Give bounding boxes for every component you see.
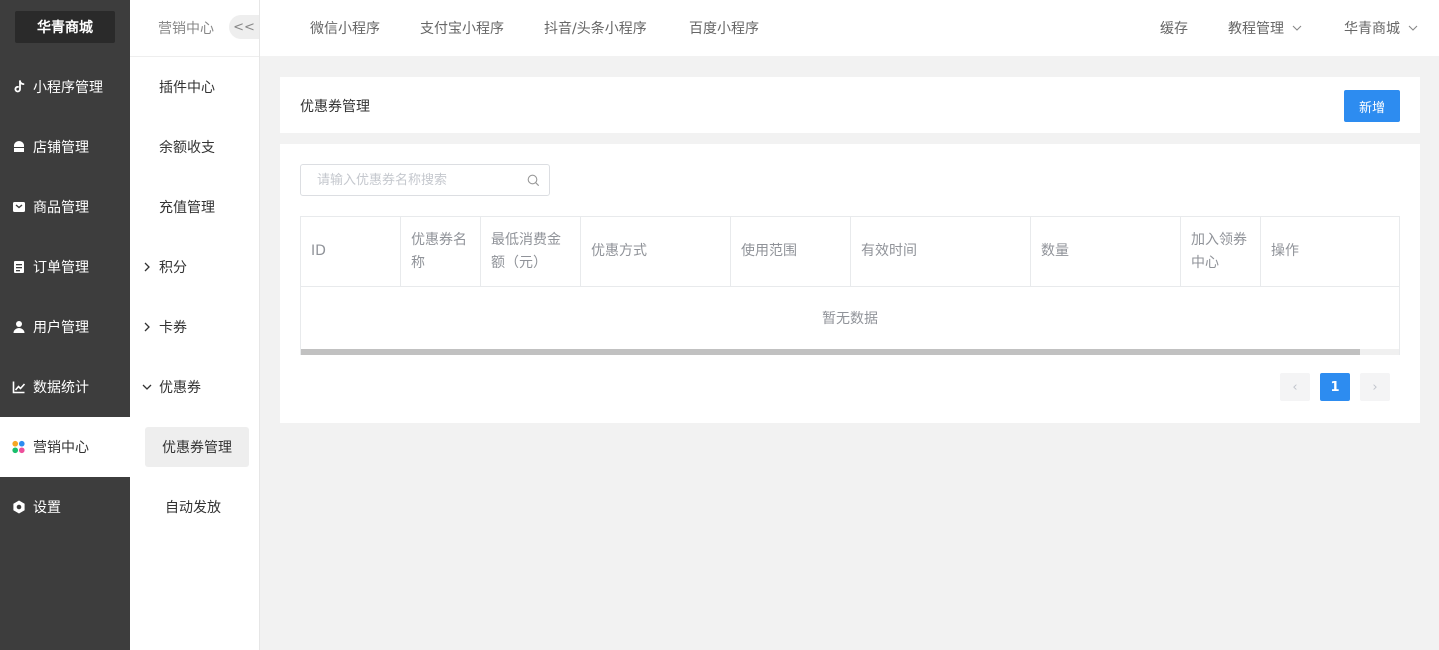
- subnav-item-label: 积分: [159, 260, 187, 276]
- cache-label: 缓存: [1160, 21, 1188, 37]
- column-header-quantity: 数量: [1031, 217, 1181, 287]
- tab-baidu[interactable]: 百度小程序: [689, 18, 759, 38]
- subnav-item-label: 优惠券管理: [162, 440, 232, 456]
- order-icon: [11, 260, 26, 275]
- subnav-item-label: 卡券: [159, 320, 187, 336]
- chart-icon: [11, 380, 26, 395]
- secondary-sidebar: 营销中心 << 插件中心 余额收支 充值管理 积分 卡券 优惠券 优惠券管理 自…: [130, 0, 260, 650]
- chevron-down-icon: [1292, 23, 1302, 33]
- coupon-table: ID 优惠券名称 最低消费金额（元） 优惠方式 使用范围 有效时间 数量 加入领…: [300, 216, 1400, 355]
- scrollbar-thumb[interactable]: [301, 349, 1360, 355]
- subnav-selected-highlight: 优惠券管理: [145, 427, 249, 467]
- sidebar-item-goods[interactable]: 商品管理: [0, 177, 130, 237]
- page-header-card: 优惠券管理 新增: [280, 77, 1420, 133]
- sidebar-item-marketing[interactable]: 营销中心: [0, 417, 130, 477]
- subnav-item-points[interactable]: 积分: [130, 237, 259, 297]
- tutorial-dropdown[interactable]: 教程管理: [1228, 18, 1302, 38]
- column-header-id: ID: [301, 217, 401, 287]
- marketing-icon: [11, 440, 26, 455]
- search-icon[interactable]: [527, 174, 540, 187]
- page-title: 优惠券管理: [300, 99, 370, 115]
- empty-state: 暂无数据: [822, 311, 878, 327]
- tab-douyin[interactable]: 抖音/头条小程序: [544, 18, 647, 38]
- tutorial-label: 教程管理: [1228, 21, 1284, 37]
- sidebar-item-label: 商品管理: [33, 200, 89, 216]
- store-label: 华青商城: [1344, 21, 1400, 37]
- subnav-item-label: 余额收支: [159, 140, 215, 156]
- tab-wechat[interactable]: 微信小程序: [310, 18, 380, 38]
- column-header-name: 优惠券名称: [401, 217, 481, 287]
- sidebar-item-label: 小程序管理: [33, 80, 103, 96]
- sidebar-item-label: 订单管理: [33, 260, 89, 276]
- sidebar-item-statistics[interactable]: 数据统计: [0, 357, 130, 417]
- sidebar-item-miniprogram[interactable]: 小程序管理: [0, 57, 130, 117]
- store-dropdown[interactable]: 华青商城: [1344, 18, 1418, 38]
- subnav-item-balance[interactable]: 余额收支: [130, 117, 259, 177]
- store-icon: [11, 140, 26, 155]
- horizontal-scrollbar[interactable]: [301, 349, 1399, 355]
- column-header-valid-time: 有效时间: [851, 217, 1031, 287]
- sidebar-item-orders[interactable]: 订单管理: [0, 237, 130, 297]
- sidebar-item-label: 设置: [33, 500, 61, 516]
- subnav-item-plugins[interactable]: 插件中心: [130, 57, 259, 117]
- chevron-down-icon: [1408, 23, 1418, 33]
- gear-icon: [11, 500, 26, 515]
- subnav-item-label: 插件中心: [159, 80, 215, 96]
- tab-alipay[interactable]: 支付宝小程序: [420, 18, 504, 38]
- content-card: ID 优惠券名称 最低消费金额（元） 优惠方式 使用范围 有效时间 数量 加入领…: [280, 144, 1420, 423]
- subnav-item-recharge[interactable]: 充值管理: [130, 177, 259, 237]
- subnav-item-cards[interactable]: 卡券: [130, 297, 259, 357]
- next-page-button[interactable]: ›: [1360, 373, 1390, 401]
- sidebar-item-label: 营销中心: [33, 440, 89, 456]
- chevron-right-icon: [142, 262, 152, 272]
- sidebar-item-store[interactable]: 店铺管理: [0, 117, 130, 177]
- top-bar: 微信小程序 支付宝小程序 抖音/头条小程序 百度小程序 缓存 教程管理 华青商城: [260, 0, 1439, 56]
- primary-sidebar: 华青商城 小程序管理 店铺管理 商品管理 订单管理 用户管理 数据统计 营销中心…: [0, 0, 130, 650]
- chevron-down-icon: [142, 382, 152, 392]
- sidebar-item-users[interactable]: 用户管理: [0, 297, 130, 357]
- column-header-actions: 操作: [1261, 217, 1399, 287]
- subnav-item-coupon-management[interactable]: 优惠券管理: [130, 417, 259, 477]
- goods-icon: [11, 200, 26, 215]
- collapse-button[interactable]: <<: [229, 15, 259, 39]
- sidebar-item-label: 店铺管理: [33, 140, 89, 156]
- column-header-min-spend: 最低消费金额（元）: [481, 217, 581, 287]
- subnav-item-auto-issue[interactable]: 自动发放: [130, 477, 259, 537]
- prev-page-button[interactable]: ‹: [1280, 373, 1310, 401]
- sidebar-item-label: 用户管理: [33, 320, 89, 336]
- sidebar-item-label: 数据统计: [33, 380, 89, 396]
- subnav-item-label: 充值管理: [159, 200, 215, 216]
- tiktok-icon: [11, 80, 26, 95]
- subnav-item-label: 自动发放: [165, 500, 221, 516]
- add-button[interactable]: 新增: [1344, 90, 1400, 122]
- sidebar-item-settings[interactable]: 设置: [0, 477, 130, 537]
- page-number-button[interactable]: 1: [1320, 373, 1350, 401]
- app-logo[interactable]: 华青商城: [15, 11, 115, 43]
- column-header-scope: 使用范围: [731, 217, 851, 287]
- search-box: [300, 164, 550, 196]
- subnav-title: 营销中心: [158, 21, 214, 37]
- subnav-item-coupons[interactable]: 优惠券: [130, 357, 259, 417]
- column-header-coupon-center: 加入领券中心: [1181, 217, 1261, 287]
- subnav-item-label: 优惠券: [159, 380, 201, 396]
- subnav-header: 营销中心 <<: [130, 0, 259, 57]
- chevron-right-icon: [142, 322, 152, 332]
- cache-link[interactable]: 缓存: [1160, 18, 1188, 38]
- user-icon: [11, 320, 26, 335]
- search-input[interactable]: [301, 165, 521, 195]
- column-header-discount-type: 优惠方式: [581, 217, 731, 287]
